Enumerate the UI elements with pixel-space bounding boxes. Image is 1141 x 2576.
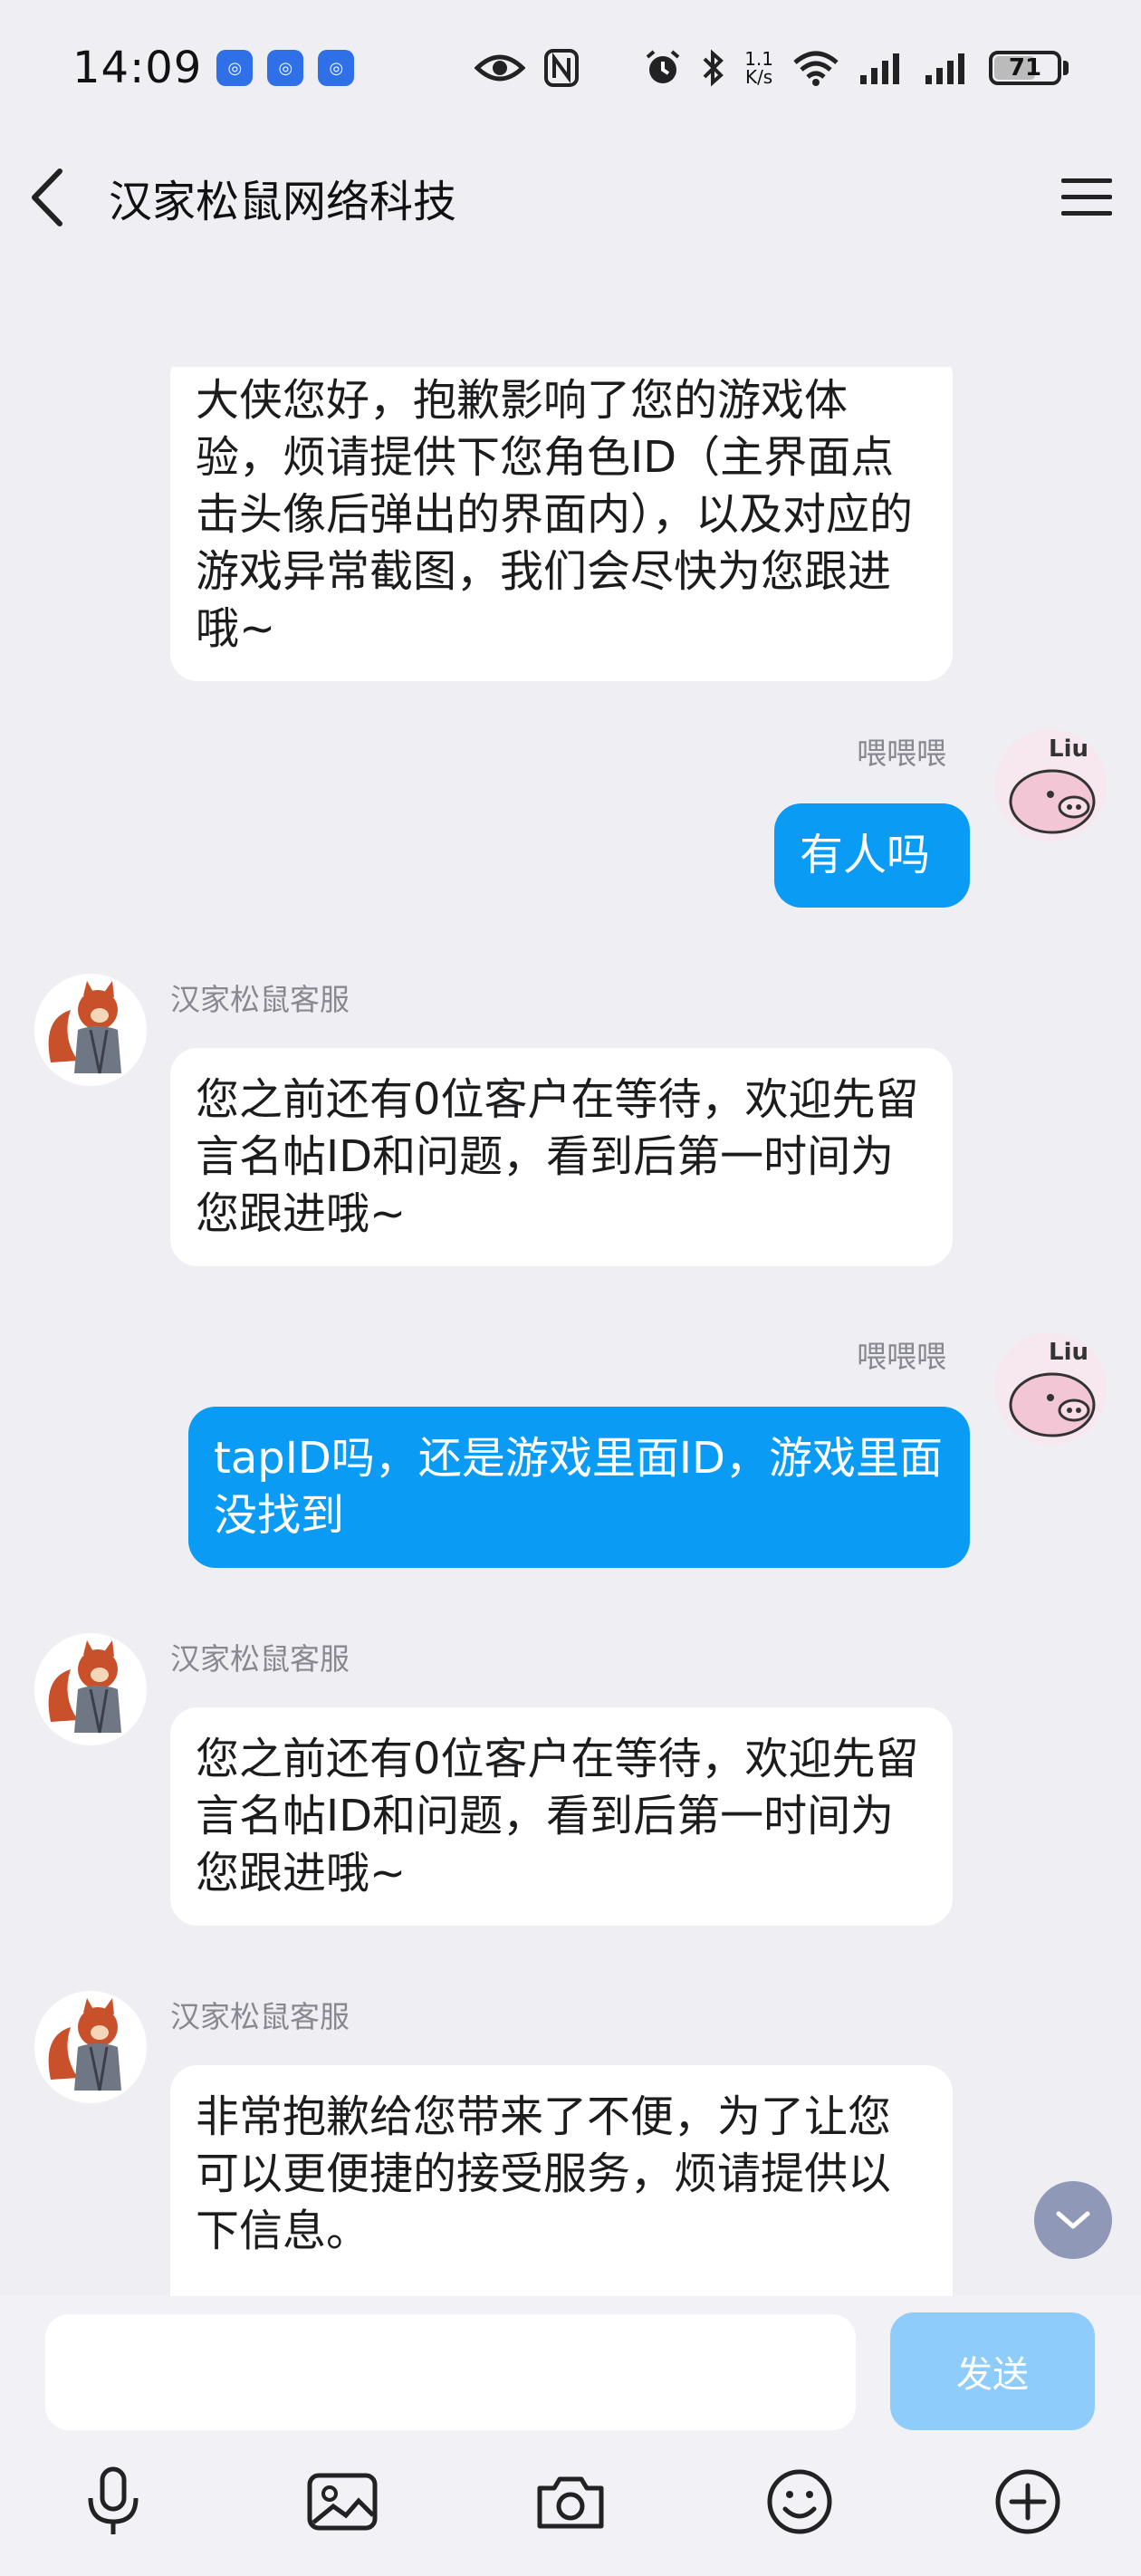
agent-avatar[interactable]	[34, 1991, 147, 2103]
agent-avatar[interactable]	[34, 974, 147, 1086]
sender-name: 喂喂喂	[857, 735, 946, 771]
bluetooth-icon	[701, 48, 726, 88]
chevron-left-icon	[32, 168, 62, 226]
outgoing-message-bubble[interactable]: tapID吗，还是游戏里面ID，游戏里面没找到	[188, 1407, 970, 1568]
incoming-message-bubble[interactable]: 您之前还有0位客户在等待，欢迎先留言名帖ID和问题，看到后第一时间为您跟进哦~	[170, 1048, 953, 1266]
chat-list[interactable]: 大侠您好，抱歉影响了您的游戏体验，烦请提供下您角色ID（主界面点击头像后弹出的界…	[0, 367, 1141, 2296]
message-text: tapID吗，还是游戏里面ID，游戏里面没找到	[214, 1433, 943, 1541]
hamburger-icon	[1061, 178, 1112, 216]
status-left: 14:09 ◎ ◎ ◎	[72, 43, 355, 93]
sender-name: 喂喂喂	[857, 1339, 946, 1374]
squirrel-avatar-icon	[34, 1991, 147, 2103]
user-avatar[interactable]: Liu	[994, 1332, 1107, 1445]
squirrel-avatar-icon	[34, 974, 147, 1086]
message-text: 您之前还有0位客户在等待，欢迎先留言名帖ID和问题，看到后第一时间为您跟进哦~	[196, 1074, 919, 1239]
battery-level: 71	[989, 51, 1061, 85]
signal-icon	[924, 50, 971, 86]
user-avatar[interactable]: Liu	[994, 729, 1107, 841]
app-badge-icon: ◎	[216, 50, 254, 86]
back-button[interactable]	[27, 161, 91, 234]
image-icon	[307, 2473, 378, 2531]
agent-avatar[interactable]	[34, 1633, 147, 1745]
message-input[interactable]	[45, 2314, 856, 2430]
message-text: 大侠您好，抱歉影响了您的游戏体验，烦请提供下您角色ID（主界面点击头像后弹出的界…	[196, 375, 914, 654]
input-bar: 发送	[0, 2296, 1141, 2434]
sender-name: 汉家松鼠客服	[170, 1641, 350, 1677]
status-right: 1.1 K/s 71	[475, 48, 1069, 88]
status-bar: 14:09 ◎ ◎ ◎ 1.1 K/s 71	[0, 0, 1141, 136]
outgoing-message-bubble[interactable]: 有人吗	[774, 803, 970, 908]
microphone-button[interactable]	[72, 2461, 154, 2542]
battery-cap	[1063, 61, 1069, 75]
avatar-label: Liu	[1049, 735, 1088, 763]
message-text: 非常抱歉给您带来了不便，为了让您可以更便捷的接受服务，烦请提供以下信息。	[196, 2091, 892, 2256]
alarm-icon	[643, 48, 683, 88]
network-speed: 1.1 K/s	[744, 50, 773, 86]
menu-button[interactable]	[1041, 161, 1114, 234]
pig-avatar-icon: Liu	[994, 1332, 1107, 1445]
wifi-icon	[791, 50, 840, 86]
nav-bar: 汉家松鼠网络科技	[0, 136, 1141, 258]
camera-button[interactable]	[530, 2461, 611, 2542]
more-button[interactable]	[987, 2461, 1069, 2542]
app-badge-icon: ◎	[318, 50, 355, 86]
avatar-label: Liu	[1049, 1339, 1088, 1366]
incoming-message-bubble[interactable]: 非常抱歉给您带来了不便，为了让您可以更便捷的接受服务，烦请提供以下信息。	[170, 2065, 953, 2296]
plus-icon	[995, 2469, 1060, 2534]
pig-avatar-icon: Liu	[994, 729, 1107, 841]
app-badge-icon: ◎	[267, 50, 304, 86]
eye-icon	[475, 52, 526, 84]
scroll-to-bottom-button[interactable]	[1034, 2181, 1112, 2259]
network-speed-unit: K/s	[744, 66, 773, 88]
chevron-down-icon	[1056, 2211, 1090, 2229]
send-button[interactable]: 发送	[890, 2312, 1095, 2430]
sender-name: 汉家松鼠客服	[170, 982, 350, 1017]
message-text: 有人吗	[800, 830, 931, 880]
clock: 14:09	[72, 43, 203, 93]
message-text: 您之前还有0位客户在等待，欢迎先留言名帖ID和问题，看到后第一时间为您跟进哦~	[196, 1734, 919, 1898]
incoming-message-bubble[interactable]: 您之前还有0位客户在等待，欢迎先留言名帖ID和问题，看到后第一时间为您跟进哦~	[170, 1707, 953, 1926]
incoming-message-bubble[interactable]: 大侠您好，抱歉影响了您的游戏体验，烦请提供下您角色ID（主界面点击头像后弹出的界…	[170, 367, 953, 681]
camera-icon	[537, 2476, 604, 2529]
toolbar	[0, 2434, 1141, 2576]
sender-name: 汉家松鼠客服	[170, 1999, 350, 2034]
battery-icon: 71	[989, 51, 1069, 85]
microphone-icon	[88, 2466, 139, 2534]
signal-icon	[858, 50, 906, 86]
nfc-icon	[543, 48, 580, 88]
emoji-button[interactable]	[759, 2461, 840, 2542]
emoji-icon	[767, 2469, 832, 2534]
squirrel-avatar-icon	[34, 1633, 147, 1745]
page-title: 汉家松鼠网络科技	[109, 176, 457, 227]
image-button[interactable]	[302, 2461, 383, 2542]
